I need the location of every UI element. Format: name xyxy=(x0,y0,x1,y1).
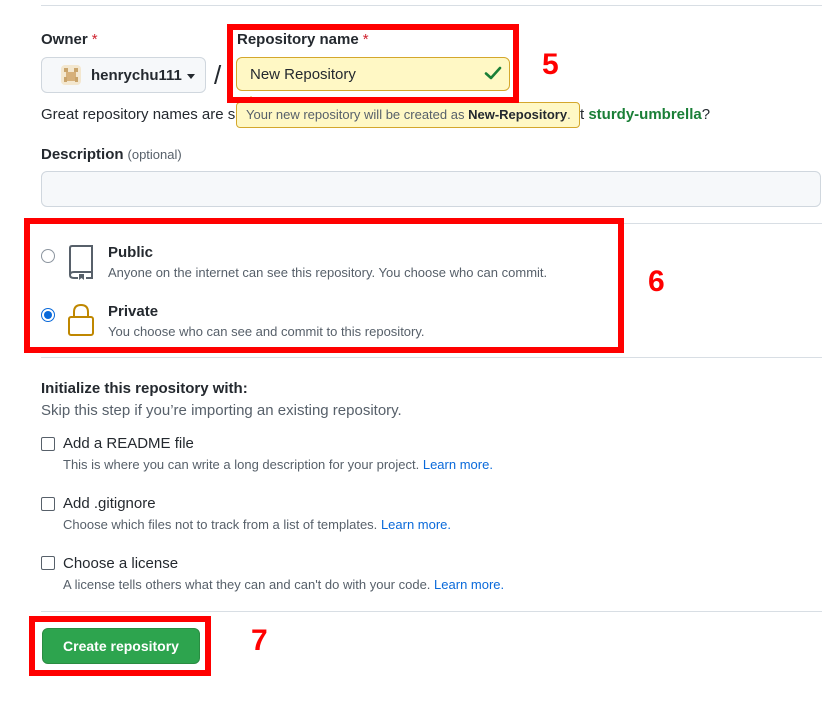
divider xyxy=(41,357,822,358)
readme-desc: This is where you can write a long descr… xyxy=(63,457,493,472)
repo-name-suggestion-line: t sturdy-umbrella? xyxy=(580,106,711,123)
description-label: Description (optional) xyxy=(41,146,182,163)
annotation-box-step7 xyxy=(29,616,211,676)
license-checkbox[interactable] xyxy=(41,556,55,570)
owner-label: Owner * xyxy=(41,31,98,48)
chevron-down-icon xyxy=(186,73,195,79)
top-divider xyxy=(41,5,822,6)
readme-learn-more-link[interactable]: Learn more. xyxy=(423,457,493,472)
owner-dropdown[interactable]: henrychu111 xyxy=(41,57,206,93)
avatar xyxy=(61,65,81,85)
license-title: Choose a license xyxy=(63,555,179,572)
suggestion-link[interactable]: sturdy-umbrella xyxy=(588,106,701,123)
gitignore-title: Add .gitignore xyxy=(63,495,156,512)
readme-title: Add a README file xyxy=(63,435,194,452)
annotation-number-7: 7 xyxy=(251,624,268,657)
gitignore-checkbox[interactable] xyxy=(41,497,55,511)
repo-name-tooltip: Your new repository will be created as N… xyxy=(236,102,580,128)
readme-checkbox[interactable] xyxy=(41,437,55,451)
annotation-box-step5 xyxy=(227,24,519,103)
initialize-title: Initialize this repository with: xyxy=(41,380,248,397)
annotation-number-6: 6 xyxy=(648,265,665,298)
gitignore-desc: Choose which files not to track from a l… xyxy=(63,517,452,532)
gitignore-learn-more-link[interactable]: Learn more. xyxy=(381,517,451,532)
path-separator: / xyxy=(214,60,222,90)
license-desc: A license tells others what they can and… xyxy=(63,577,505,592)
repo-name-hint: Great repository names are s xyxy=(41,106,236,123)
annotation-number-5: 5 xyxy=(542,48,559,81)
initialize-subtitle: Skip this step if you’re importing an ex… xyxy=(41,402,402,419)
description-input[interactable] xyxy=(41,171,821,207)
divider xyxy=(41,611,822,612)
annotation-box-step6 xyxy=(24,218,624,353)
license-learn-more-link[interactable]: Learn more. xyxy=(434,577,504,592)
owner-username: henrychu111 xyxy=(91,66,182,84)
